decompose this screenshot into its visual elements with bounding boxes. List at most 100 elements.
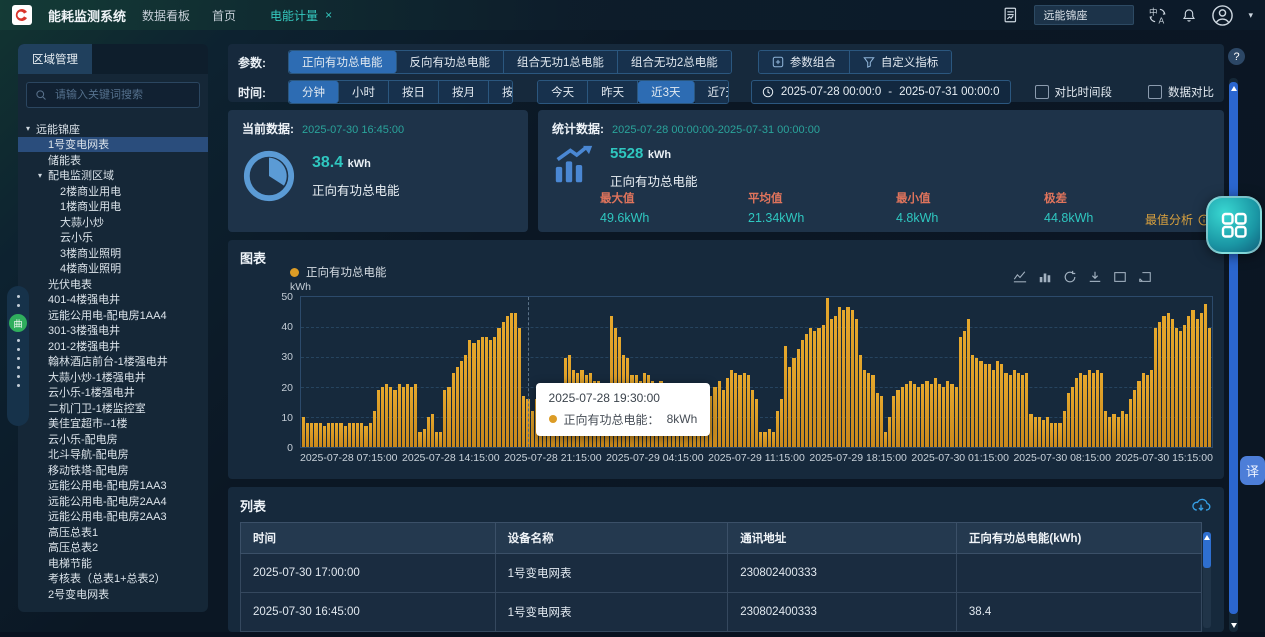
tree-item[interactable]: 2楼商业用电 — [18, 183, 208, 199]
chart-bar[interactable] — [859, 355, 862, 447]
chart-bar[interactable] — [352, 423, 355, 447]
help-button[interactable]: ? — [1228, 48, 1245, 65]
chart-bar[interactable] — [1009, 375, 1012, 447]
plugin-dock[interactable]: 曲 — [7, 286, 29, 426]
param-combo-button[interactable]: 参数组合 — [759, 51, 850, 73]
chart-bar[interactable] — [730, 370, 733, 447]
chart-bar[interactable] — [909, 381, 912, 447]
custom-metric-button[interactable]: 自定义指标 — [850, 51, 952, 73]
chart-bar[interactable] — [377, 390, 380, 447]
tree-item[interactable]: ▾配电监测区域 — [18, 168, 208, 184]
chart-bar[interactable] — [863, 370, 866, 447]
tree-item[interactable]: 远能公用电-配电房2AA4 — [18, 493, 208, 509]
chart-bar[interactable] — [992, 370, 995, 447]
caret-down-icon[interactable]: ▾ — [1248, 10, 1253, 21]
chart-bar[interactable] — [1137, 381, 1140, 447]
chart-bar[interactable] — [522, 396, 525, 447]
chart-bar[interactable] — [373, 411, 376, 447]
chart-bar[interactable] — [1191, 310, 1194, 447]
chart-bar[interactable] — [805, 334, 808, 447]
chart-bar[interactable] — [813, 331, 816, 447]
chart-bar[interactable] — [738, 375, 741, 447]
chart-bar[interactable] — [975, 358, 978, 447]
close-icon[interactable]: × — [325, 9, 332, 21]
chart-bar[interactable] — [1096, 370, 1099, 447]
chart-bar[interactable] — [435, 432, 438, 447]
download-icon[interactable] — [1088, 270, 1102, 284]
menu-item[interactable]: 数据看板 — [142, 7, 190, 24]
chart-bar[interactable] — [331, 423, 334, 447]
chart-bar[interactable] — [1200, 313, 1203, 447]
chart-bar[interactable] — [871, 375, 874, 447]
chart-bar[interactable] — [913, 384, 916, 447]
chart-bar[interactable] — [1050, 423, 1053, 447]
quick-panel-button[interactable] — [1206, 196, 1262, 254]
chart-bar[interactable] — [506, 316, 509, 447]
tree-item[interactable]: 云小乐-1楼强电井 — [18, 385, 208, 401]
chart-bar[interactable] — [1112, 414, 1115, 447]
chart-bar[interactable] — [497, 328, 500, 447]
tree-item[interactable]: 北斗导航-配电房 — [18, 447, 208, 463]
chart-bar[interactable] — [1075, 378, 1078, 447]
chart-bar[interactable] — [867, 373, 870, 448]
chart-bar[interactable] — [1025, 373, 1028, 448]
chart-bar[interactable] — [468, 340, 471, 447]
tree-item[interactable]: 考核表（总表1+总表2） — [18, 571, 208, 587]
chart-bar[interactable] — [880, 396, 883, 447]
tree-item[interactable]: 高压总表2 — [18, 540, 208, 556]
chart-bar[interactable] — [934, 378, 937, 447]
scroll-down-arrow[interactable] — [1229, 623, 1238, 628]
chart-bar[interactable] — [1038, 417, 1041, 447]
table-column-header[interactable]: 时间 — [241, 523, 496, 554]
chart-bar[interactable] — [431, 414, 434, 447]
chart-bar[interactable] — [1175, 328, 1178, 447]
chart-bar[interactable] — [510, 313, 513, 447]
chart-bar[interactable] — [364, 426, 367, 447]
chart-bar[interactable] — [460, 361, 463, 447]
chart-bar[interactable] — [493, 337, 496, 447]
chart-bar[interactable] — [950, 384, 953, 447]
chart-bar[interactable] — [1196, 319, 1199, 447]
chart-bar[interactable] — [1167, 313, 1170, 447]
date-range-picker[interactable]: 2025-07-28 00:00:0 - 2025-07-31 00:00:0 — [751, 80, 1011, 104]
checkbox-icon[interactable] — [1148, 85, 1162, 99]
chart-bar[interactable] — [842, 310, 845, 447]
table-scrollbar[interactable] — [1203, 532, 1211, 628]
chart-bar[interactable] — [855, 319, 858, 447]
chart-bar[interactable] — [518, 328, 521, 447]
chart-bar[interactable] — [759, 432, 762, 447]
chart-bar[interactable] — [348, 423, 351, 447]
chart-bar[interactable] — [780, 399, 783, 447]
chart-bar[interactable] — [905, 384, 908, 447]
tree-item[interactable]: 储能表 — [18, 152, 208, 168]
checkbox-icon[interactable] — [1035, 85, 1049, 99]
tree-item[interactable]: 2号变电网表 — [18, 586, 208, 602]
chart-bar[interactable] — [734, 373, 737, 448]
chart-bar[interactable] — [1063, 411, 1066, 447]
chart-bar[interactable] — [1054, 423, 1057, 447]
chart-bar[interactable] — [472, 343, 475, 447]
param-button[interactable]: 反向有功总电能 — [397, 51, 505, 73]
granularity-button[interactable]: 小时 — [339, 81, 389, 103]
chart-legend[interactable]: 正向有功总电能 — [290, 264, 387, 280]
chart-bar[interactable] — [398, 384, 401, 447]
tree-item[interactable]: ▾远能锦座 — [18, 121, 208, 137]
chart-bar[interactable] — [514, 313, 517, 447]
chart-bar[interactable] — [502, 322, 505, 447]
chart-bar[interactable] — [722, 390, 725, 447]
main-scrollbar-thumb[interactable] — [1229, 82, 1238, 614]
line-chart-icon[interactable] — [1013, 270, 1027, 284]
chart-bar[interactable] — [447, 387, 450, 447]
chart-bar[interactable] — [1187, 316, 1190, 447]
chart-bar[interactable] — [389, 387, 392, 447]
chart-bar[interactable] — [393, 390, 396, 447]
chart-bar[interactable] — [439, 432, 442, 447]
chart-bar[interactable] — [1100, 373, 1103, 448]
quick-range-button[interactable]: 近3天 — [638, 81, 694, 103]
chart-bar[interactable] — [1125, 414, 1128, 447]
chart-bar[interactable] — [1208, 328, 1211, 447]
table-row[interactable]: 2025-07-30 16:45:001号变电网表23080240033338.… — [241, 593, 1202, 632]
chart-bar[interactable] — [1046, 417, 1049, 447]
report-icon[interactable] — [1002, 6, 1020, 24]
avatar-icon[interactable] — [1211, 4, 1234, 27]
